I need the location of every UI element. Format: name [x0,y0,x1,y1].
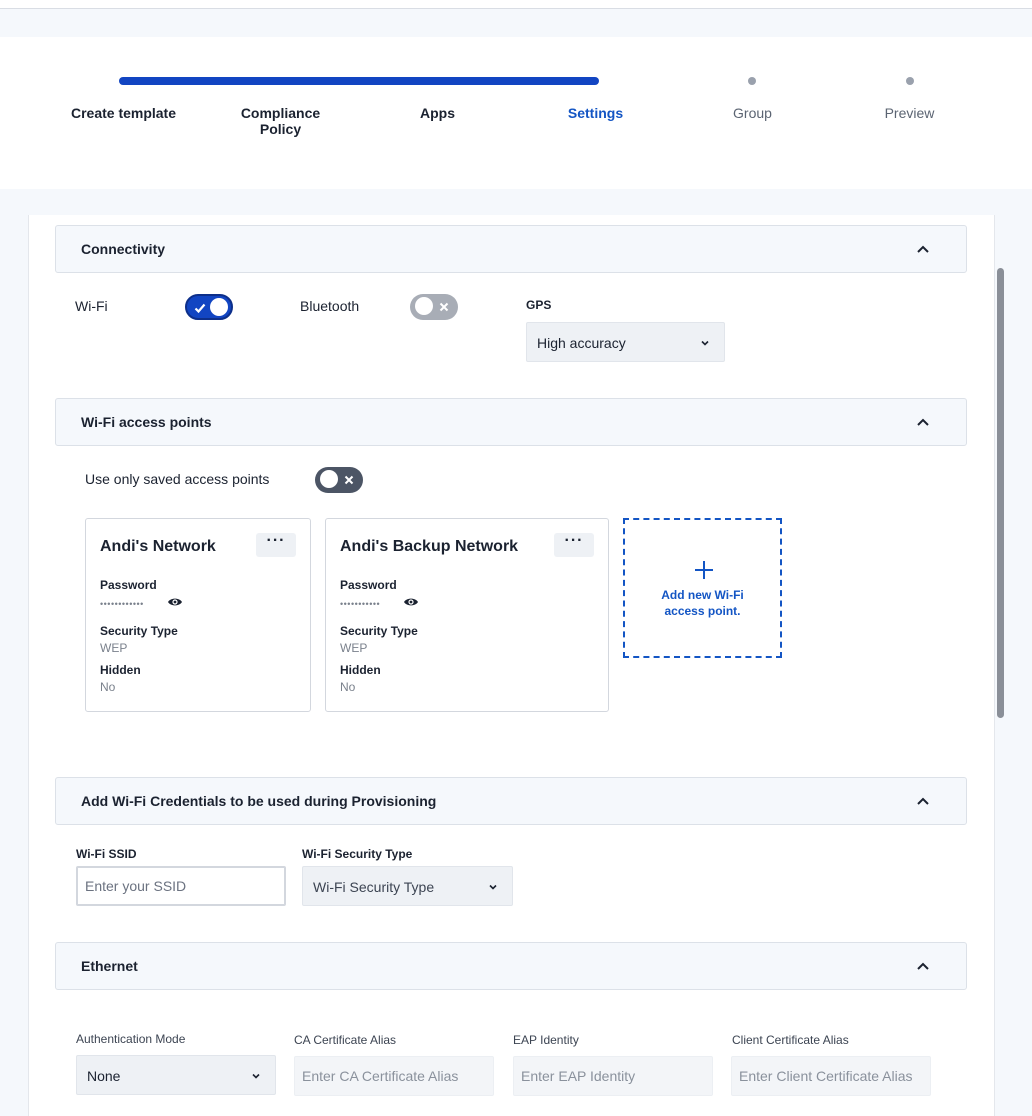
wifi-network-card[interactable]: Andi's Backup Network ··· Password •••••… [325,518,609,712]
security-type-label: Security Type [100,624,178,638]
eye-icon[interactable] [403,596,419,608]
toggle-knob [210,298,228,316]
step-label: Settings [567,105,624,121]
wifi-security-type-select[interactable]: Wi-Fi Security Type [302,866,513,906]
step-label: Group [733,105,772,121]
security-type-value: WEP [100,641,128,655]
section-title: Add Wi-Fi Credentials to be used during … [81,793,437,809]
authentication-mode-label: Authentication Mode [76,1032,186,1046]
gps-select[interactable]: High accuracy [526,322,725,362]
ca-certificate-alias-input[interactable] [294,1056,494,1096]
password-mask: •••••••••••• [100,599,144,609]
chevron-up-icon[interactable] [916,794,930,808]
eye-icon[interactable] [167,596,183,608]
wifi-security-type-label: Wi-Fi Security Type [302,847,413,861]
eap-identity-input[interactable] [513,1056,713,1096]
close-icon [439,302,449,312]
network-name: Andi's Network [100,538,216,555]
check-icon [194,303,206,314]
chevron-up-icon[interactable] [916,242,930,256]
gps-label: GPS [526,298,552,312]
chevron-up-icon[interactable] [916,415,930,429]
section-title: Wi-Fi access points [81,414,212,430]
chevron-down-icon [489,884,497,890]
ssid-label: Wi-Fi SSID [76,847,137,861]
gps-select-value: High accuracy [537,335,626,351]
security-type-label: Security Type [340,624,418,638]
add-access-point-button[interactable]: Add new Wi-Fi access point. [623,518,782,658]
chevron-up-icon[interactable] [916,959,930,973]
bluetooth-label: Bluetooth [300,298,360,314]
step-dot-group [748,77,756,85]
password-label: Password [100,578,157,592]
step-label: Preview [884,105,935,121]
provisioning-section-header[interactable]: Add Wi-Fi Credentials to be used during … [55,777,967,825]
client-certificate-alias-label: Client Certificate Alias [732,1033,849,1047]
step-label: Compliance Policy [240,105,321,137]
connectivity-section-header[interactable]: Connectivity [55,225,967,273]
toggle-knob [320,470,338,488]
top-strip [0,0,1032,9]
wifi-network-card[interactable]: Andi's Network ··· Password ••••••••••••… [85,518,311,712]
section-title: Ethernet [81,958,138,974]
plus-icon [695,561,713,579]
wifi-toggle[interactable] [185,294,233,320]
password-mask: ••••••••••• [340,599,381,609]
hidden-label: Hidden [340,663,381,677]
authentication-mode-select[interactable]: None [76,1055,276,1095]
progress-bar [119,77,599,85]
more-options-button[interactable]: ··· [554,533,594,557]
hidden-value: No [340,680,356,694]
wifi-label: Wi-Fi [75,298,108,314]
step-dot-preview [906,77,914,85]
wizard-stepper: Create template Compliance Policy Apps S… [0,37,1032,189]
more-options-button[interactable]: ··· [256,533,296,557]
toggle-knob [415,297,433,315]
ca-certificate-alias-label: CA Certificate Alias [294,1033,397,1047]
hidden-label: Hidden [100,663,141,677]
access-points-section-header[interactable]: Wi-Fi access points [55,398,967,446]
wifi-security-type-value: Wi-Fi Security Type [313,879,435,895]
hidden-value: No [100,680,116,694]
section-title: Connectivity [81,241,166,257]
chevron-down-icon [252,1073,260,1079]
saved-only-toggle[interactable] [315,467,363,493]
security-type-value: WEP [340,641,368,655]
ethernet-section-header[interactable]: Ethernet [55,942,967,990]
step-label: Create template [70,105,177,121]
network-name: Andi's Backup Network [340,538,519,555]
ssid-input[interactable] [76,866,286,906]
saved-only-label: Use only saved access points [85,471,270,487]
password-label: Password [340,578,397,592]
step-label: Apps [420,105,455,121]
eap-identity-label: EAP Identity [513,1033,579,1047]
chevron-down-icon [701,340,709,346]
close-icon [344,475,354,485]
authentication-mode-value: None [87,1068,121,1084]
scrollbar[interactable] [997,268,1004,718]
client-certificate-alias-input[interactable] [731,1056,931,1096]
bluetooth-toggle[interactable] [410,294,458,320]
add-access-point-label: Add new Wi-Fi access point. [661,588,744,618]
